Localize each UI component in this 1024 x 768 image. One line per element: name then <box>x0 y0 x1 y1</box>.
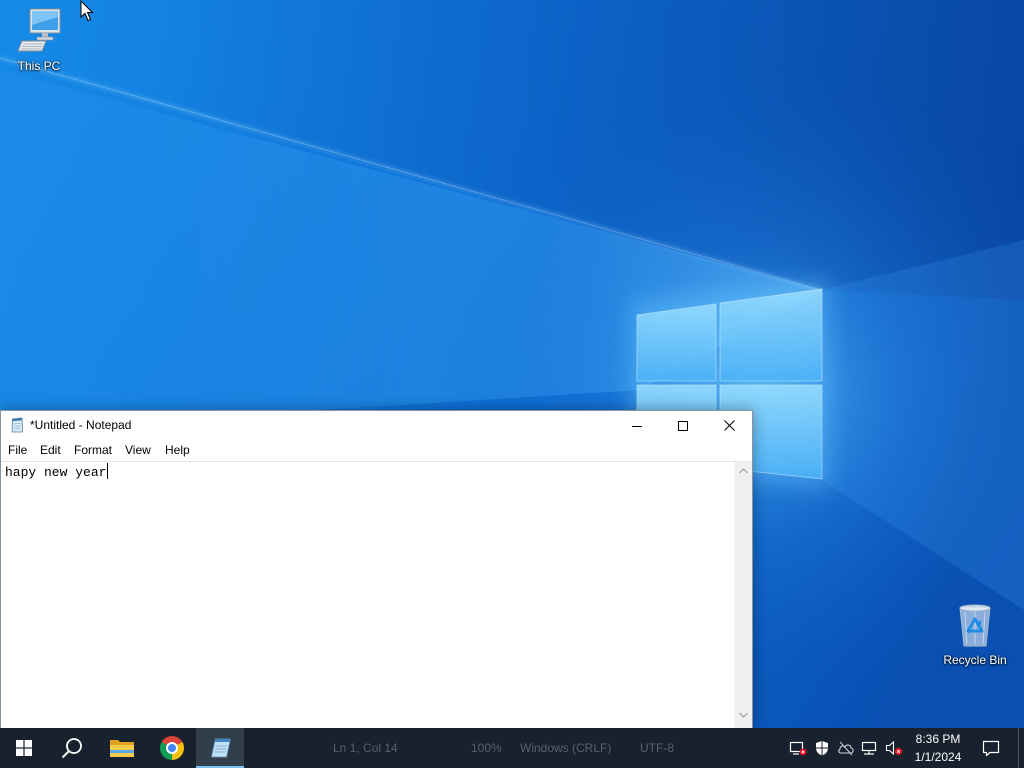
tray-windows-security[interactable] <box>810 728 834 768</box>
windows-security-icon <box>816 741 828 756</box>
menu-file[interactable]: File <box>8 440 27 461</box>
close-icon <box>723 420 735 431</box>
chevron-down-icon <box>739 712 748 718</box>
vertical-scrollbar[interactable] <box>734 462 752 728</box>
text-editor-area[interactable]: hapy new year <box>1 461 752 728</box>
this-pc-icon <box>17 8 61 52</box>
notepad-window[interactable]: *Untitled - Notepad File Edit Format Vie… <box>0 410 753 728</box>
window-title: *Untitled - Notepad <box>30 418 132 432</box>
file-explorer-icon <box>110 740 134 757</box>
minimize-button[interactable] <box>614 411 660 440</box>
text-caret <box>107 463 109 479</box>
scroll-up-button[interactable] <box>735 464 752 478</box>
close-button[interactable] <box>706 411 752 440</box>
desktop-icon-recycle-bin[interactable]: Recycle Bin <box>937 600 1013 668</box>
clock-date: 1/1/2024 <box>914 750 962 764</box>
onedrive-offline-icon <box>838 741 854 756</box>
tray-security-alert[interactable] <box>786 728 810 768</box>
minimize-icon <box>632 425 642 427</box>
menu-view[interactable]: View <box>125 440 151 461</box>
action-center-button[interactable] <box>976 728 1006 768</box>
taskbar-notepad[interactable] <box>196 728 244 768</box>
desktop-icon-this-pc[interactable]: This PC <box>1 6 77 74</box>
clock-time: 8:36 PM <box>915 732 961 746</box>
taskbar: 8:36 PM 1/1/2024 <box>0 728 1024 768</box>
volume-muted-icon <box>885 740 903 756</box>
chrome-icon <box>160 736 184 760</box>
recycle-bin-icon <box>959 604 991 647</box>
search-icon <box>61 738 82 759</box>
tray-volume[interactable] <box>882 728 906 768</box>
maximize-icon <box>678 420 688 431</box>
desktop-icon-label: Recycle Bin <box>943 653 1007 667</box>
menu-help[interactable]: Help <box>165 440 190 461</box>
chevron-up-icon <box>739 468 748 474</box>
show-desktop-button[interactable] <box>1018 728 1024 768</box>
chrome-icon-core <box>168 744 176 752</box>
taskbar-clock[interactable]: 8:36 PM 1/1/2024 <box>904 728 972 768</box>
mouse-cursor-icon <box>80 0 94 22</box>
action-center-icon <box>982 740 1000 756</box>
maximize-button[interactable] <box>660 411 706 440</box>
taskbar-file-explorer[interactable] <box>98 728 146 768</box>
editor-content: hapy new year <box>5 465 107 480</box>
windows-logo-icon <box>16 740 32 756</box>
desktop-icon-label: This PC <box>17 59 61 73</box>
notepad-icon <box>11 417 23 433</box>
search-button[interactable] <box>48 728 96 768</box>
tray-onedrive[interactable] <box>834 728 858 768</box>
menu-bar: File Edit Format View Help <box>1 440 752 461</box>
security-alert-icon <box>789 741 807 756</box>
title-bar[interactable]: *Untitled - Notepad <box>1 411 752 440</box>
editor-text-line: hapy new year <box>5 463 732 482</box>
taskbar-chrome[interactable] <box>148 728 196 768</box>
notepad-icon <box>211 738 231 758</box>
menu-edit[interactable]: Edit <box>40 440 61 461</box>
tray-network[interactable] <box>858 728 882 768</box>
network-icon <box>861 741 877 755</box>
menu-format[interactable]: Format <box>74 440 112 461</box>
start-button[interactable] <box>0 728 48 768</box>
scroll-down-button[interactable] <box>735 708 752 722</box>
